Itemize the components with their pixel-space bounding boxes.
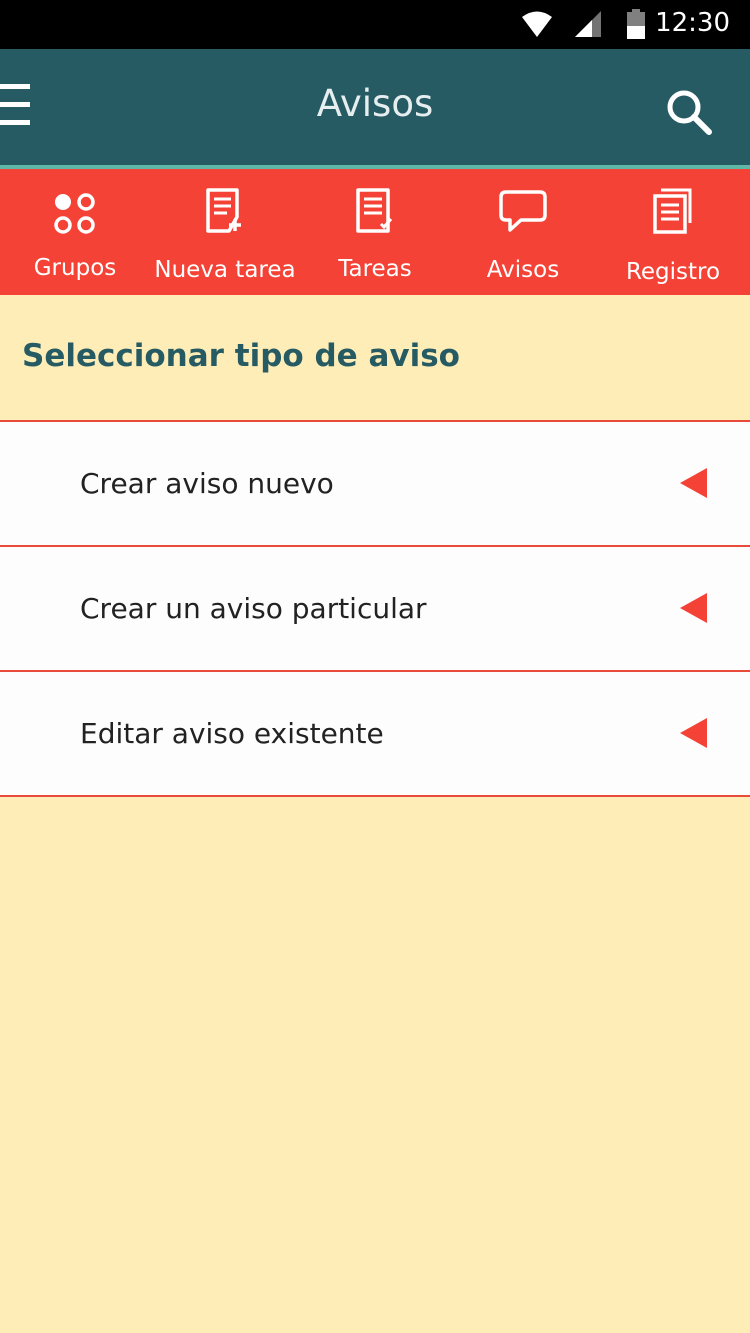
arrow-left-icon xyxy=(680,593,707,623)
tab-label: Nueva tarea xyxy=(154,257,296,283)
battery-icon xyxy=(627,9,645,39)
tab-avisos[interactable]: Avisos xyxy=(448,169,598,295)
tab-label: Tareas xyxy=(338,256,412,282)
tab-grupos[interactable]: Grupos xyxy=(0,169,150,295)
search-icon[interactable] xyxy=(664,87,714,137)
tasks-icon xyxy=(356,188,393,233)
wifi-icon xyxy=(522,11,552,37)
notice-type-list: Crear aviso nuevo Crear un aviso particu… xyxy=(0,420,750,797)
tab-label: Avisos xyxy=(486,257,560,283)
tab-registro[interactable]: Registro xyxy=(598,169,748,295)
tab-nueva-tarea[interactable]: Nueva tarea xyxy=(150,169,300,295)
section-title: Seleccionar tipo de aviso xyxy=(22,338,460,374)
list-item-crear-aviso-particular[interactable]: Crear un aviso particular xyxy=(0,545,750,670)
page-title: Avisos xyxy=(316,82,434,125)
tab-label: Registro xyxy=(625,259,721,285)
list-item-label: Editar aviso existente xyxy=(80,717,384,750)
list-item-editar-aviso-existente[interactable]: Editar aviso existente xyxy=(0,670,750,797)
groups-icon xyxy=(54,193,95,234)
tab-tareas[interactable]: Tareas xyxy=(300,169,450,295)
status-bar: 12:30 xyxy=(0,0,750,49)
list-item-crear-aviso-nuevo[interactable]: Crear aviso nuevo xyxy=(0,420,750,545)
tab-label: Grupos xyxy=(33,255,117,281)
arrow-left-icon xyxy=(680,468,707,498)
notice-bubble-icon xyxy=(499,190,547,232)
tab-bar: Grupos Nueva tarea Tareas Avisos Registr… xyxy=(0,169,750,295)
list-item-label: Crear un aviso particular xyxy=(80,592,427,625)
arrow-left-icon xyxy=(680,718,707,748)
status-time: 12:30 xyxy=(655,8,730,38)
list-item-label: Crear aviso nuevo xyxy=(80,467,334,500)
new-task-icon xyxy=(206,188,241,233)
register-icon xyxy=(653,188,692,234)
signal-icon xyxy=(575,11,601,37)
